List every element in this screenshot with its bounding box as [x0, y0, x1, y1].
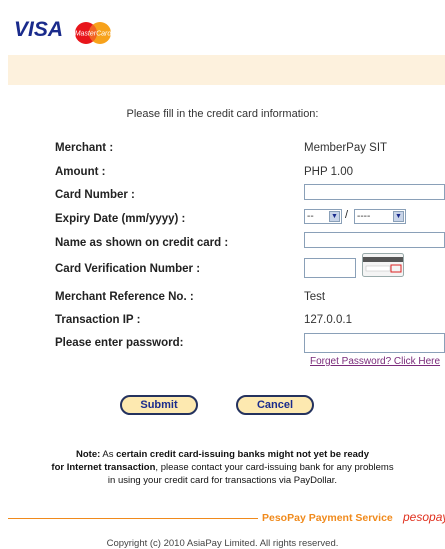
- expiry-label: Expiry Date (mm/yyyy) :: [55, 213, 186, 225]
- expiry-month-select[interactable]: -- ▼: [304, 209, 342, 224]
- cancel-button[interactable]: Cancel: [236, 395, 314, 415]
- ip-label: Transaction IP :: [55, 314, 141, 326]
- card-number-input[interactable]: [304, 184, 445, 200]
- password-input[interactable]: [304, 333, 445, 353]
- expiry-year-select[interactable]: ---- ▼: [354, 209, 406, 224]
- footer-divider: [8, 518, 258, 519]
- submit-button[interactable]: Submit: [120, 395, 198, 415]
- amount-label: Amount :: [55, 166, 106, 178]
- merchant-value: MemberPay SIT: [304, 142, 388, 154]
- svg-text:MasterCard: MasterCard: [75, 31, 113, 38]
- note-line-1: Note: As certain credit card-issuing ban…: [0, 448, 445, 461]
- card-back-icon: [362, 253, 404, 277]
- copyright-text: Copyright (c) 2010 AsiaPay Limited. All …: [106, 538, 339, 549]
- chevron-down-icon: ▼: [329, 211, 340, 222]
- ip-value: 127.0.0.1: [304, 314, 352, 326]
- cvn-input[interactable]: [304, 258, 356, 278]
- intro-text: Please fill in the credit card informati…: [126, 108, 319, 120]
- note-line-2: for Internet transaction, please contact…: [0, 461, 445, 474]
- mastercard-logo: MasterCard: [75, 22, 113, 44]
- expiry-separator: /: [345, 209, 349, 221]
- note-emphasis-b: for Internet transaction: [51, 462, 156, 473]
- reference-label: Merchant Reference No. :: [55, 291, 194, 303]
- note-label: Note:: [76, 449, 101, 460]
- reference-value: Test: [304, 291, 326, 303]
- card-number-label: Card Number :: [55, 189, 135, 201]
- note-line-3: in using your credit card for transactio…: [107, 475, 338, 486]
- amount-value: PHP 1.00: [304, 166, 353, 178]
- amount-currency: PHP: [304, 166, 328, 178]
- visa-logo: VISA: [14, 18, 64, 41]
- forgot-password-link[interactable]: Forget Password? Click Here: [310, 356, 440, 367]
- expiry-year-value: ----: [357, 211, 371, 222]
- footer-service-name: PesoPay Payment Service: [262, 512, 393, 524]
- expiry-month-value: --: [307, 211, 314, 222]
- amount-number: 1.00: [330, 166, 354, 178]
- note-text-a: As: [100, 449, 117, 460]
- merchant-label: Merchant :: [55, 142, 114, 154]
- note-text-b: , please contact your card-issuing bank …: [155, 462, 394, 473]
- chevron-down-icon: ▼: [393, 211, 404, 222]
- header-band: [8, 55, 445, 85]
- note-emphasis-a: certain credit card-issuing banks might …: [116, 449, 369, 460]
- password-label: Please enter password:: [55, 337, 184, 349]
- name-label: Name as shown on credit card :: [55, 237, 229, 249]
- pesopay-logo: pesopay: [403, 510, 445, 524]
- cvn-label: Card Verification Number :: [55, 263, 201, 275]
- name-input[interactable]: [304, 232, 445, 248]
